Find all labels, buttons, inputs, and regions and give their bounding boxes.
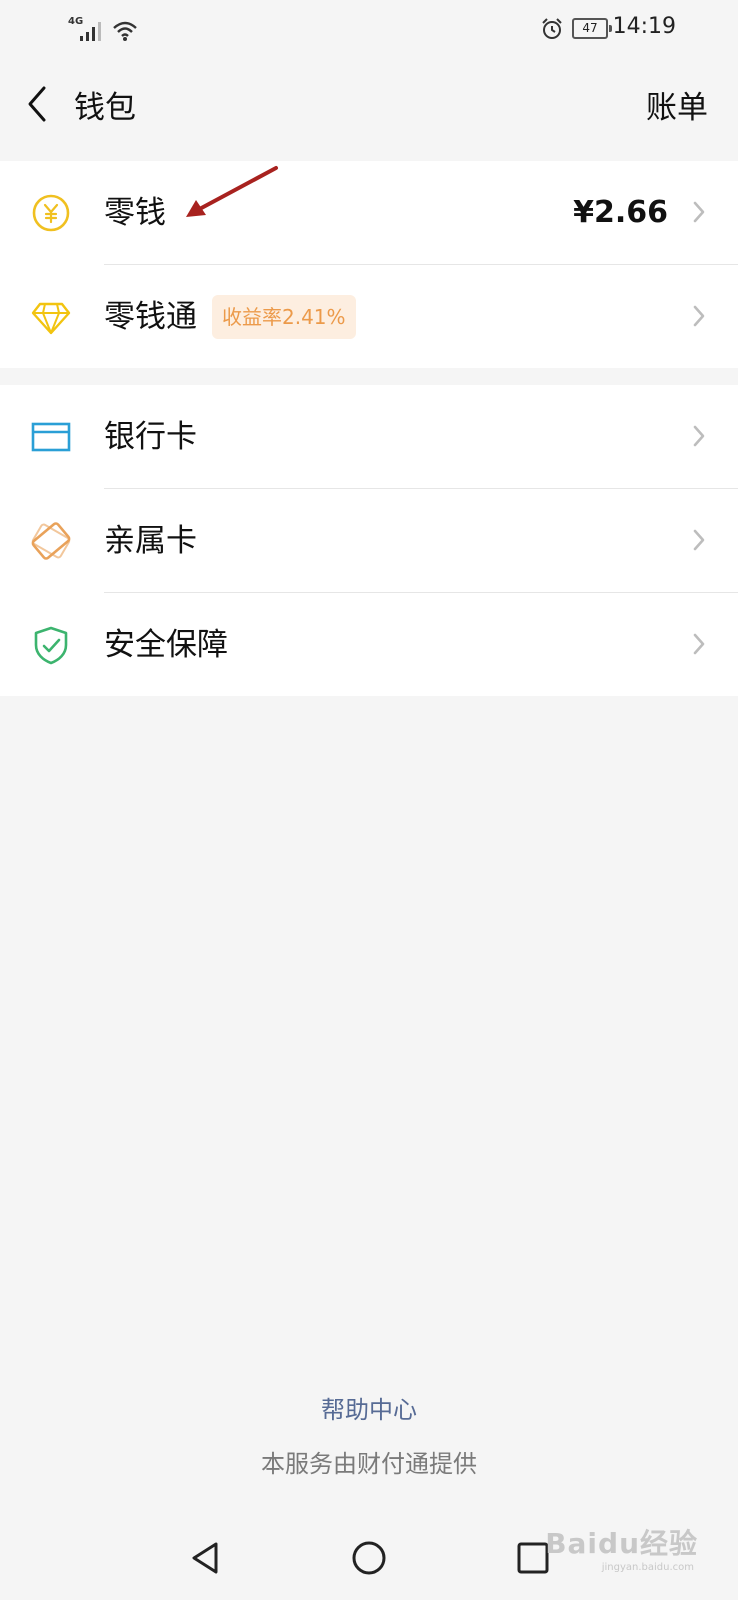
family-card-icon [31,522,71,560]
nav-bar: 钱包 账单 [0,56,738,160]
balance-amount: ¥2.66 [573,195,668,230]
bank-card-icon [31,422,71,452]
nav-home-icon[interactable] [349,1538,389,1578]
bank-card-row[interactable]: 银行卡 [0,385,738,488]
yuan-coin-icon [32,194,70,232]
balance-row[interactable]: 零钱 ¥2.66 [0,161,738,264]
bank-card-label: 银行卡 [104,419,197,455]
cards-group: 银行卡 亲属卡 安全保障 [0,385,738,696]
diamond-icon [31,302,71,335]
help-center-link[interactable]: 帮助中心 [0,1390,738,1425]
watermark-url: jingyan.baidu.com [601,1562,694,1573]
provider-note: 本服务由财付通提供 [261,1450,477,1478]
alarm-icon [542,18,562,39]
chevron-right-icon [693,305,705,327]
lingqiantong-label: 零钱通 [104,299,197,335]
balance-label: 零钱 [104,195,166,231]
nav-back-icon[interactable] [186,1538,226,1578]
signal-indicators: 4G [68,14,138,42]
watermark-logo: Baidu经验 [545,1527,698,1560]
security-row[interactable]: 安全保障 [0,593,738,696]
chevron-right-icon [693,529,705,551]
page-title: 钱包 [74,90,136,126]
chevron-left-icon [28,86,46,122]
bill-button[interactable]: 账单 [646,82,708,127]
battery-indicator: 47 [572,18,612,39]
clock: 14:19 [612,14,676,39]
annotation-arrow [186,166,278,217]
chevron-right-icon [693,425,705,447]
chevron-right-icon [693,201,705,223]
lingqiantong-row[interactable]: 零钱通 收益率2.41% [0,265,738,368]
yield-rate-badge: 收益率2.41% [212,295,356,339]
security-label: 安全保障 [104,627,228,663]
network-type: 4G [68,16,84,27]
balance-group: 零钱 ¥2.66 零钱通 收益率2.41% [0,161,738,368]
family-card-label: 亲属卡 [104,523,197,559]
status-bar: 4G 47 14:19 [0,0,738,56]
security-shield-icon [34,626,68,665]
chevron-right-icon [693,633,705,655]
family-card-row[interactable]: 亲属卡 [0,489,738,592]
wifi-icon [113,21,137,41]
back-button[interactable] [18,80,58,130]
